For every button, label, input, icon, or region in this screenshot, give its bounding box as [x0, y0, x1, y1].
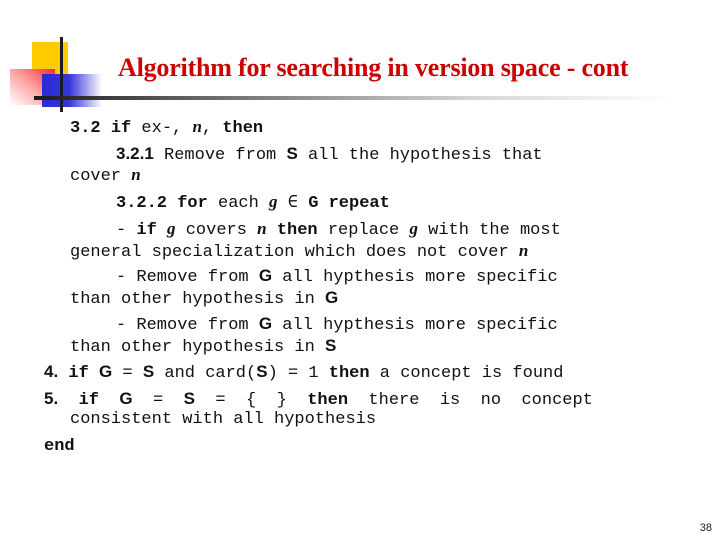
keyword-if: if [110, 119, 132, 138]
set-S: S [325, 336, 337, 355]
text: - Remove from [116, 268, 259, 287]
line-3-2-1: 3.2.1 Remove from S all the hypothesis t… [116, 144, 543, 165]
text: than other hypothesis in [70, 290, 326, 309]
var-n: n [131, 165, 141, 184]
text: ) = 1 [267, 364, 329, 383]
keyword-then: then [328, 364, 370, 383]
slide-title: Algorithm for searching in version space… [118, 53, 629, 82]
line-3-2-1-cont: cover n [70, 165, 141, 186]
text: cover [70, 167, 132, 186]
text: there is no concept [348, 391, 593, 410]
step-number: 3.2.2 [116, 194, 168, 213]
line-if-g-covers: - if g covers n then replace g with the … [116, 219, 561, 240]
step-number: 3.2.1 [116, 144, 154, 163]
text: a concept is found [369, 364, 564, 383]
line-end: end [44, 437, 75, 456]
text: , [201, 119, 223, 138]
text: replace [317, 221, 410, 240]
text: = [132, 391, 184, 410]
text: ex-, [131, 119, 193, 138]
keyword-if: if [78, 391, 99, 410]
text: than other hypothesis in [70, 338, 326, 357]
line-3-2: 3.2 if ex-, n, then [70, 117, 263, 138]
logo-blue-square [42, 74, 102, 107]
slide-logo-decoration [0, 0, 120, 130]
keyword-then: then [222, 119, 264, 138]
line-remove-g-1: - Remove from G all hypthesis more speci… [116, 266, 558, 287]
text: with the most [417, 221, 561, 240]
dash: - [116, 221, 137, 240]
set-G: G [258, 314, 273, 333]
line-if-g-covers-cont: general specialization which does not co… [70, 241, 528, 262]
set-G: G [325, 288, 339, 307]
logo-vertical-line [60, 37, 63, 112]
set-G: G [119, 389, 133, 408]
line-3-2-2: 3.2.2 for each g ∈ G repeat [116, 192, 390, 213]
line-step-4: 4. if G = S and card(S) = 1 then a conce… [44, 362, 563, 383]
line-remove-g-2: - Remove from G all hypthesis more speci… [116, 314, 558, 335]
var-n: n [518, 241, 529, 260]
set-S: S [256, 362, 268, 381]
var-n: n [257, 219, 267, 238]
page-number: 38 [699, 522, 712, 534]
text: ∈ [277, 194, 309, 213]
keyword-if: if [136, 221, 157, 240]
line-step-5: 5. if G = S = { } then there is no conce… [44, 389, 593, 410]
set-S: S [286, 144, 298, 163]
line-remove-g-1-cont: than other hypothesis in G [70, 288, 338, 309]
text: all hypthesis more specific [272, 268, 558, 287]
keyword-then: then [276, 221, 318, 240]
text: all the hypothesis that [297, 146, 543, 165]
text: consistent with all hypothesis [70, 410, 377, 429]
set-G: G [308, 194, 319, 213]
text: general specialization which does not co… [70, 243, 519, 262]
text: and card( [154, 364, 257, 383]
var-g: g [167, 219, 176, 238]
text: each [207, 194, 270, 213]
text: - Remove from [116, 316, 259, 335]
line-remove-g-2-cont: than other hypothesis in S [70, 336, 336, 357]
text: = { } [195, 391, 308, 410]
line-step-5-cont: consistent with all hypothesis [70, 410, 376, 429]
set-S: S [183, 389, 195, 408]
step-number: 4. [44, 362, 59, 381]
set-S: S [142, 362, 155, 381]
keyword-end: end [44, 437, 75, 456]
text: Remove from [153, 146, 287, 165]
title-divider [34, 96, 674, 100]
keyword-then: then [307, 391, 349, 410]
keyword-repeat: repeat [328, 194, 390, 213]
keyword-for: for [177, 194, 208, 213]
step-number: 5. [44, 389, 59, 408]
text: all hypthesis more specific [272, 316, 558, 335]
var-n: n [192, 117, 202, 136]
var-g: g [409, 219, 418, 238]
text: = [112, 364, 143, 383]
keyword-if: if [68, 364, 89, 383]
text: covers [175, 221, 258, 240]
step-number: 3.2 [70, 119, 101, 138]
set-G: G [258, 266, 273, 285]
var-g: g [269, 192, 278, 211]
set-G: G [99, 362, 113, 381]
